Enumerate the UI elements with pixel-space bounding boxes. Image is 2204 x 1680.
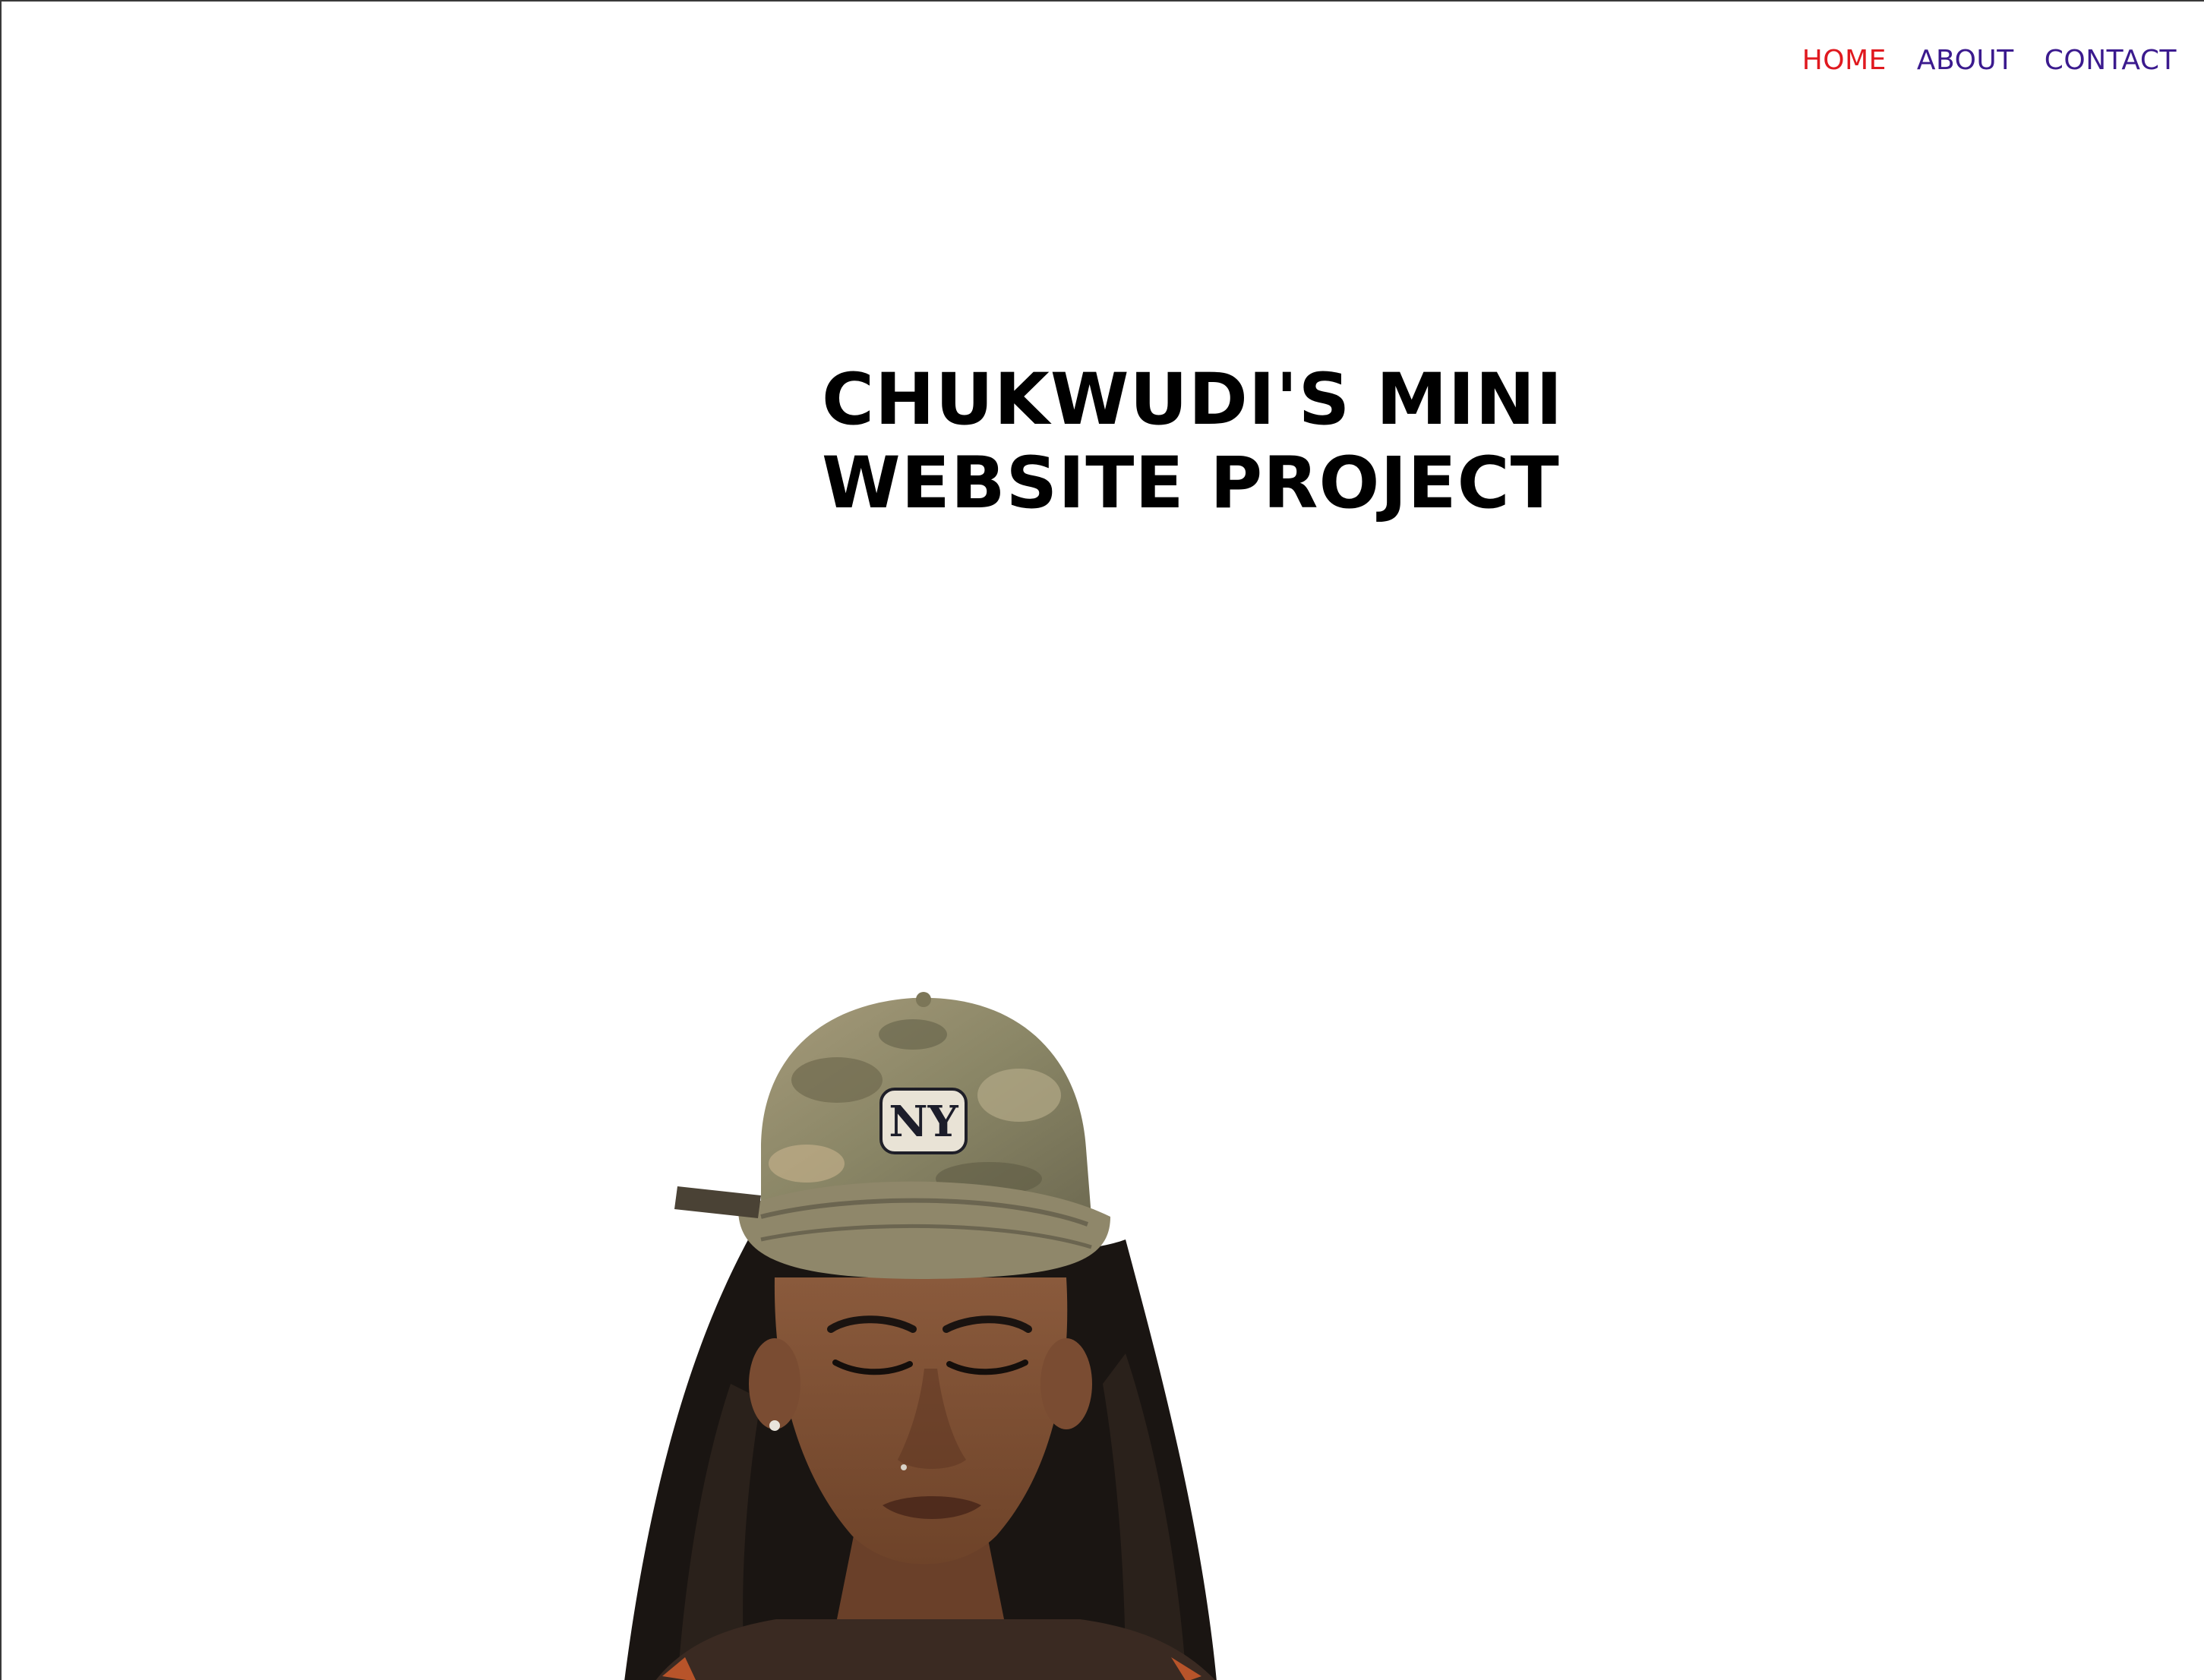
nav-about-link[interactable]: ABOUT [1917, 43, 2014, 79]
top-nav: HOME ABOUT CONTACT [1802, 43, 2177, 79]
nav-home-link[interactable]: HOME [1802, 43, 1887, 79]
page-title: CHUKWUDI'S MINI WEBSITE PROJECT [822, 358, 1563, 526]
nav-contact-link[interactable]: CONTACT [2045, 43, 2177, 79]
page: HOME ABOUT CONTACT CHUKWUDI'S MINI WEBSI… [0, 0, 2204, 1680]
svg-text:NY: NY [889, 1097, 958, 1147]
portrait-image: NY [624, 992, 1217, 1680]
page-title-line-1: CHUKWUDI'S MINI [822, 358, 1564, 441]
cap-logo: NY [879, 1088, 968, 1154]
page-title-line-2: WEBSITE PROJECT [822, 442, 1560, 525]
